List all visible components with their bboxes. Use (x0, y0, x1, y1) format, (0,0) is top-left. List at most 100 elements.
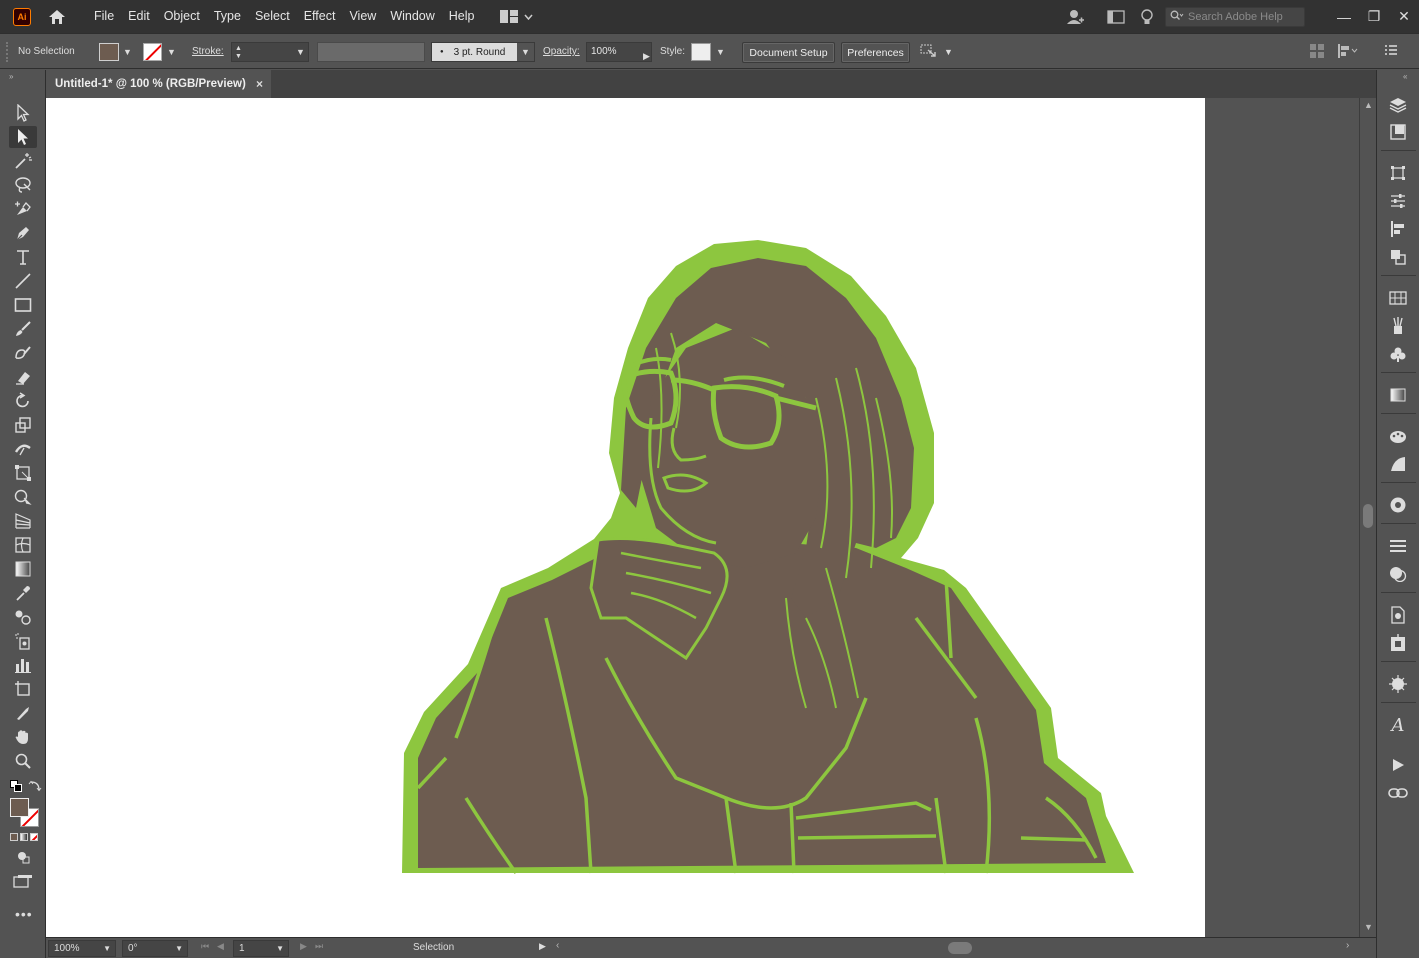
menu-effect[interactable]: Effect (297, 0, 343, 33)
pathfinder-icon[interactable] (1387, 246, 1409, 268)
libraries-icon[interactable] (1387, 121, 1409, 143)
hand-tool[interactable] (9, 726, 37, 748)
scroll-right-icon[interactable]: › (1346, 940, 1349, 951)
shaper-tool[interactable] (9, 342, 37, 364)
fill-stroke-widget[interactable] (10, 798, 40, 828)
account-icon[interactable] (1065, 7, 1085, 27)
recolor-wheel-icon[interactable] (1387, 494, 1409, 516)
color-mode-buttons[interactable] (10, 833, 38, 842)
stroke-label[interactable]: Stroke: (192, 46, 224, 57)
variable-width-profile[interactable] (317, 42, 425, 62)
fill-color-swatch[interactable] (10, 798, 29, 817)
appearance-icon[interactable] (1387, 563, 1409, 585)
opacity-label[interactable]: Opacity: (543, 46, 580, 57)
transform-icon[interactable] (1387, 162, 1409, 184)
lasso-tool[interactable] (9, 174, 37, 196)
chevron-down-icon[interactable]: ▼ (123, 47, 132, 57)
column-graph-tool[interactable] (9, 654, 37, 676)
shape-builder-tool[interactable] (9, 486, 37, 508)
status-menu-icon[interactable]: ▶ (539, 941, 546, 952)
eyedropper-tool[interactable] (9, 582, 37, 604)
slice-tool[interactable] (9, 702, 37, 724)
color-guide-palette-icon[interactable] (1387, 425, 1409, 447)
tab-untitled-1[interactable]: Untitled-1* @ 100 % (RGB/Preview) × (46, 70, 271, 98)
scroll-left-icon[interactable]: ‹ (556, 940, 559, 951)
align-panel-icon[interactable] (1387, 218, 1409, 240)
gradient-tool[interactable] (9, 558, 37, 580)
grid-icon[interactable] (1310, 44, 1324, 58)
document-info-icon[interactable] (1387, 604, 1409, 626)
rotation-field[interactable]: 0° ▼ (122, 940, 188, 957)
close-window-button[interactable]: ✕ (1389, 0, 1419, 33)
vertical-scrollbar[interactable]: ▲ ▼ (1359, 98, 1376, 937)
last-artboard-icon[interactable]: ⏭ (315, 941, 323, 952)
collapse-toolbar-icon[interactable]: » (9, 72, 13, 81)
zoom-tool[interactable] (9, 750, 37, 772)
maximize-button[interactable]: ❐ (1359, 0, 1389, 33)
default-fill-stroke-icon[interactable] (10, 780, 22, 792)
none-mode-icon[interactable] (30, 833, 38, 841)
menu-edit[interactable]: Edit (121, 0, 157, 33)
close-icon[interactable]: × (256, 77, 263, 91)
menu-view[interactable]: View (342, 0, 383, 33)
first-artboard-icon[interactable]: ⏮ (201, 941, 209, 952)
menu-file[interactable]: File (87, 0, 121, 33)
panel-grip[interactable] (6, 42, 8, 62)
actions-play-icon[interactable] (1387, 754, 1409, 776)
portrait-illustration[interactable] (46, 98, 1205, 937)
selection-tool[interactable] (9, 102, 37, 124)
help-search-input[interactable]: Search Adobe Help (1165, 6, 1305, 27)
magic-wand-tool[interactable] (9, 150, 37, 172)
opacity-field[interactable]: 100% ▶ (586, 42, 652, 62)
drawing-modes-icon[interactable] (16, 850, 30, 864)
scroll-down-icon[interactable]: ▼ (1364, 922, 1373, 932)
workspace-switcher[interactable] (499, 10, 533, 23)
rotate-tool[interactable] (9, 390, 37, 412)
document-setup-button[interactable]: Document Setup (742, 42, 835, 63)
prev-artboard-icon[interactable]: ◀ (217, 941, 224, 952)
gradient-panel-icon[interactable] (1387, 384, 1409, 406)
eraser-tool[interactable] (9, 366, 37, 388)
stroke-panel-icon[interactable] (1387, 535, 1409, 557)
scroll-thumb[interactable] (1363, 504, 1373, 528)
align-icon[interactable] (1338, 44, 1358, 58)
zoom-field[interactable]: 100% ▼ (48, 940, 116, 957)
blend-tool[interactable] (9, 606, 37, 628)
symbols-icon[interactable] (1387, 343, 1409, 365)
type-tool[interactable] (9, 246, 37, 268)
perspective-grid-tool[interactable] (9, 510, 37, 532)
line-segment-tool[interactable] (9, 270, 37, 292)
scale-tool[interactable] (9, 414, 37, 436)
lightbulb-icon[interactable] (1139, 8, 1155, 26)
brushes-icon[interactable] (1387, 315, 1409, 337)
menu-window[interactable]: Window (383, 0, 441, 33)
swap-fill-stroke-icon[interactable] (28, 779, 42, 793)
curvature-tool[interactable] (9, 198, 37, 220)
character-icon[interactable]: A (1387, 714, 1409, 736)
graphic-style-swatch[interactable] (691, 43, 711, 61)
layers-icon[interactable] (1387, 94, 1409, 116)
color-mode-icon[interactable] (10, 833, 18, 841)
rectangle-tool[interactable] (9, 294, 37, 316)
home-icon[interactable] (47, 7, 67, 27)
chevron-down-icon[interactable]: ▼ (716, 47, 725, 57)
scroll-up-icon[interactable]: ▲ (1364, 100, 1373, 110)
screen-mode-icon[interactable] (13, 874, 33, 888)
panel-menu-icon[interactable] (1385, 44, 1397, 58)
artboard-tool[interactable] (9, 678, 37, 700)
minimize-button[interactable]: — (1329, 0, 1359, 33)
preferences-button[interactable]: Preferences (841, 42, 910, 63)
swatches-icon[interactable] (1387, 287, 1409, 309)
canvas-area[interactable] (46, 98, 1359, 937)
free-transform-tool[interactable] (9, 462, 37, 484)
brush-definition[interactable]: ● 3 pt. Round ▼ (431, 42, 535, 62)
mesh-tool[interactable] (9, 534, 37, 556)
menu-select[interactable]: Select (248, 0, 297, 33)
links-icon[interactable] (1387, 782, 1409, 804)
artboard[interactable] (46, 98, 1205, 937)
asset-export-icon[interactable] (1387, 632, 1409, 654)
next-artboard-icon[interactable]: ▶ (300, 941, 307, 952)
fill-swatch[interactable] (99, 43, 119, 61)
menu-help[interactable]: Help (442, 0, 482, 33)
expand-panels-icon[interactable]: « (1403, 72, 1407, 81)
